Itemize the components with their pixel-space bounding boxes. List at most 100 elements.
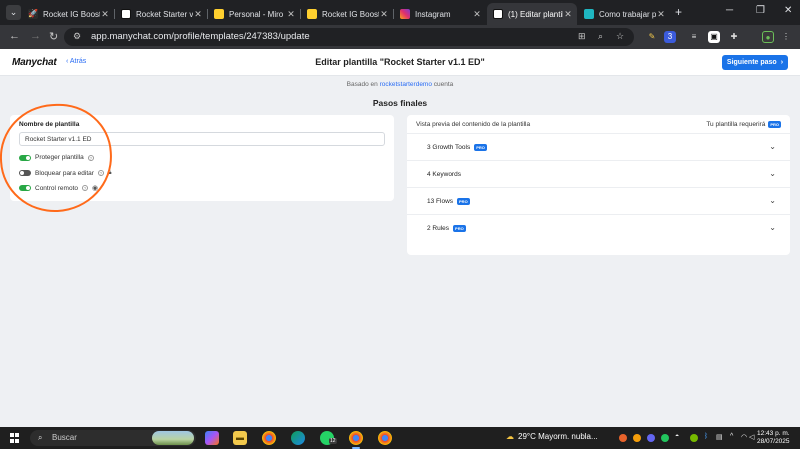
close-tab-icon[interactable]: ✕ xyxy=(563,9,573,20)
pro-badge: PRO xyxy=(474,144,487,151)
tab-title: Personal - Miro xyxy=(229,9,284,19)
edge-icon[interactable] xyxy=(291,431,305,445)
clock[interactable]: 12:43 p. m. 28/07/2025 xyxy=(757,430,790,446)
chevron-down-icon[interactable]: ⌄ xyxy=(769,142,776,151)
template-preview-card: Vista previa del contenido de la plantil… xyxy=(407,115,790,255)
accordion-label: 2 Rules xyxy=(427,225,450,232)
accordion-label: 4 Keywords xyxy=(427,171,461,178)
reload-icon[interactable]: ↻ xyxy=(49,30,58,43)
browser-tab[interactable]: 🚀 Rocket IG Boost ✕ xyxy=(22,3,114,25)
accordion-label: 3 Growth Tools xyxy=(427,144,471,151)
tab-title: Como trabajar p xyxy=(599,9,656,19)
chrome-icon[interactable] xyxy=(378,431,392,445)
volume-icon[interactable]: ◁ xyxy=(749,433,754,441)
tray-app-icon[interactable]: ◓ xyxy=(675,433,679,440)
close-tab-icon[interactable]: ✕ xyxy=(656,9,666,20)
url-text[interactable]: app.manychat.com/profile/templates/24738… xyxy=(91,31,310,42)
more-menu-icon[interactable]: ⋮ xyxy=(780,31,792,43)
close-tab-icon[interactable]: ✕ xyxy=(100,9,110,20)
chevron-down-icon[interactable]: ⌄ xyxy=(769,169,776,178)
windows-taskbar: ⌕ Buscar ▬ 12 ☁ 29°C Mayorm. nubla... ◓ … xyxy=(0,427,800,449)
accordion-label: 13 Flows xyxy=(427,198,454,205)
browser-toolbar: ← → ↻ ⚙ app.manychat.com/profile/templat… xyxy=(0,25,800,49)
browser-tab[interactable]: Instagram ✕ xyxy=(394,3,486,25)
clock-time: 12:43 p. m. xyxy=(757,430,790,437)
extension-badge-icon[interactable]: 3 xyxy=(664,31,676,43)
manychat-icon xyxy=(493,9,503,19)
chevron-right-icon: › xyxy=(780,59,784,66)
next-step-button[interactable]: Siguiente paso › xyxy=(722,55,788,70)
close-tab-icon[interactable]: ✕ xyxy=(472,9,482,20)
tab-title: Instagram xyxy=(415,9,451,19)
chevron-down-icon[interactable]: ⌄ xyxy=(769,196,776,205)
accordion-growth-tools[interactable]: 3 Growth Tools PRO ⌄ xyxy=(407,133,790,160)
accordion-keywords[interactable]: 4 Keywords ⌄ xyxy=(407,160,790,187)
browser-tab[interactable]: Rocket Starter v1 ✕ xyxy=(115,3,207,25)
manychat-icon xyxy=(121,9,131,19)
wifi-icon[interactable]: ◠ xyxy=(741,433,747,441)
chrome-icon[interactable] xyxy=(262,431,276,445)
app-header: Manychat ‹ Atrás Editar plantilla "Rocke… xyxy=(0,49,800,76)
browser-tab-strip: ⌄ 🚀 Rocket IG Boost ✕ Rocket Starter v1 … xyxy=(0,0,800,25)
pro-badge: PRO xyxy=(768,121,781,128)
browser-tab[interactable]: Personal - Miro ✕ xyxy=(208,3,300,25)
manychat-page: Manychat ‹ Atrás Editar plantilla "Rocke… xyxy=(0,49,800,427)
extension-icon[interactable]: ≡ xyxy=(688,31,700,43)
taskbar-search[interactable]: ⌕ Buscar xyxy=(30,430,196,446)
tab-title: Rocket IG Boost xyxy=(43,9,100,19)
source-account-link[interactable]: rocketstarterdemo xyxy=(380,81,432,88)
close-tab-icon[interactable]: ✕ xyxy=(286,9,296,20)
next-step-label: Siguiente paso xyxy=(726,59,777,66)
weather-widget[interactable]: ☁ 29°C Mayorm. nubla... xyxy=(506,432,598,441)
tab-title: Rocket IG Boost xyxy=(322,9,379,19)
translate-icon[interactable]: ⊞ xyxy=(578,31,586,42)
tray-app-icon[interactable] xyxy=(633,434,641,442)
tray-app-icon[interactable] xyxy=(647,434,655,442)
chevron-up-icon[interactable]: ^ xyxy=(730,433,733,440)
browser-tab[interactable]: Como trabajar p ✕ xyxy=(578,3,670,25)
copilot-icon[interactable] xyxy=(205,431,219,445)
bookmark-star-icon[interactable]: ☆ xyxy=(616,31,624,42)
nvidia-icon[interactable] xyxy=(690,434,698,442)
browser-tab-active[interactable]: (1) Editar plantilla ✕ xyxy=(487,3,577,25)
weather-text: 29°C Mayorm. nubla... xyxy=(518,432,598,441)
pro-badge: PRO xyxy=(457,198,470,205)
site-info-icon[interactable]: ⚙ xyxy=(73,31,83,41)
clickup-icon xyxy=(584,9,594,19)
bluetooth-icon[interactable]: ᛒ xyxy=(704,433,708,440)
extension-icon[interactable]: ▣ xyxy=(708,31,720,43)
based-on-suffix: cuenta xyxy=(433,81,454,88)
close-tab-icon[interactable]: ✕ xyxy=(379,9,389,20)
puzzle-extensions-icon[interactable]: ✚ xyxy=(728,31,740,43)
windows-start-icon[interactable] xyxy=(10,433,20,443)
tray-app-icon[interactable] xyxy=(619,434,627,442)
back-arrow-icon[interactable]: ← xyxy=(9,30,20,42)
file-explorer-icon[interactable]: ▬ xyxy=(233,431,247,445)
section-title: Pasos finales xyxy=(372,98,428,108)
accordion-rules[interactable]: 2 Rules PRO ⌄ xyxy=(407,214,790,241)
accordion-flows[interactable]: 13 Flows PRO ⌄ xyxy=(407,187,790,214)
new-tab-plus-icon[interactable]: + xyxy=(675,5,682,19)
instagram-icon xyxy=(400,9,410,19)
pen-extension-icon[interactable]: ✎ xyxy=(646,31,658,43)
tab-search-menu-button[interactable]: ⌄ xyxy=(6,5,21,20)
search-icon: ⌕ xyxy=(38,433,43,442)
tab-title: (1) Editar plantilla xyxy=(508,9,563,19)
chrome-icon[interactable] xyxy=(349,431,363,445)
close-tab-icon[interactable]: ✕ xyxy=(193,9,203,20)
restore-icon[interactable]: ❐ xyxy=(756,5,765,16)
tray-app-icon[interactable] xyxy=(661,434,669,442)
preview-label: Vista previa del contenido de la plantil… xyxy=(416,121,531,128)
pro-badge: PRO xyxy=(453,225,466,232)
minimize-icon[interactable]: ─ xyxy=(726,5,733,16)
profile-avatar[interactable]: ● xyxy=(762,31,774,43)
chevron-down-icon[interactable]: ⌄ xyxy=(769,223,776,232)
forward-arrow-icon[interactable]: → xyxy=(30,30,41,42)
tray-app-icon[interactable]: ▤ xyxy=(716,433,723,441)
window-close-icon[interactable]: ✕ xyxy=(784,5,792,16)
miro-icon xyxy=(307,9,317,19)
tab-title: Rocket Starter v1 xyxy=(136,9,193,19)
zoom-icon[interactable]: ⌕ xyxy=(598,31,603,42)
address-bar[interactable]: ⚙ app.manychat.com/profile/templates/247… xyxy=(64,28,634,46)
browser-tab[interactable]: Rocket IG Boost ✕ xyxy=(301,3,393,25)
